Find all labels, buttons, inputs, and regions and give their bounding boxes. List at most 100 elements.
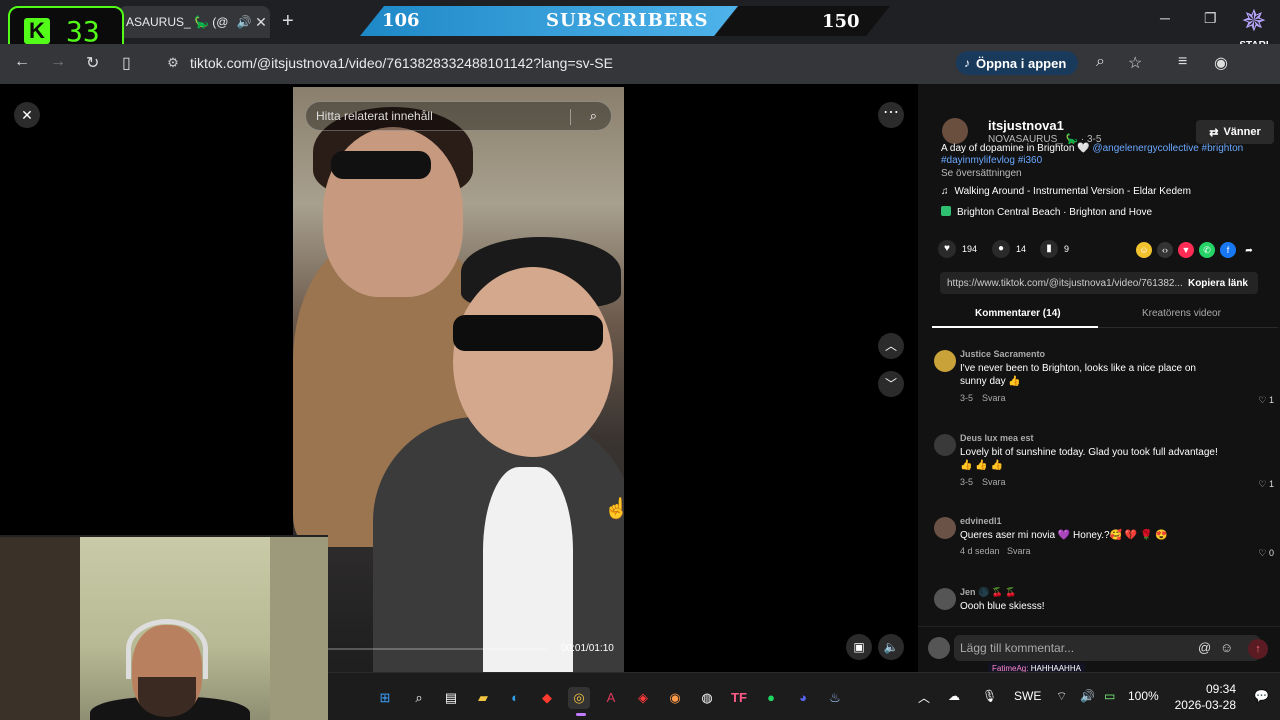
close-icon[interactable]: ✕ bbox=[14, 102, 40, 128]
reply-button[interactable]: Svara bbox=[1007, 546, 1031, 556]
site-info-icon[interactable]: ⚙ bbox=[156, 55, 190, 71]
input-language[interactable]: SWE bbox=[1014, 689, 1041, 703]
webcam-background-shape bbox=[0, 537, 80, 720]
obs-icon[interactable]: ◍ bbox=[696, 687, 718, 709]
list-item: Justice Sacramento I've never been to Br… bbox=[932, 346, 1278, 424]
media-controls-icon[interactable]: ≡ bbox=[1178, 53, 1187, 71]
volume-icon[interactable]: 🔈 bbox=[878, 634, 904, 660]
comment-input[interactable] bbox=[954, 635, 1260, 661]
list-item: Jen 🌑 🍒 🍒 Oooh blue skiesss! bbox=[932, 584, 1278, 624]
panel-tabs: Kommentarer (14) Kreatörens videor bbox=[932, 306, 1278, 328]
friends-share-icon[interactable]: ☺ bbox=[1136, 242, 1152, 258]
restore-icon[interactable]: ❐ bbox=[1204, 10, 1217, 27]
windows-start-icon[interactable]: ⊞ bbox=[374, 687, 396, 709]
chevron-up-icon[interactable]: ︿ bbox=[918, 689, 930, 706]
location-row[interactable]: Brighton Central Beach · Brighton and Ho… bbox=[941, 206, 1152, 218]
spotify-icon[interactable]: ● bbox=[760, 687, 782, 709]
save-button[interactable]: ▮ 9 bbox=[1040, 240, 1069, 258]
system-clock[interactable]: 09:34 2026-03-28 bbox=[1168, 681, 1236, 713]
app-circle-icon[interactable]: ◉ bbox=[664, 687, 686, 709]
browser-tab[interactable]: ASAURUS_ 🦕 (@ 🔊 ✕ bbox=[118, 6, 270, 38]
video-player[interactable]: Hitta relaterat innehåll ⌕ 00:01/01:10 bbox=[293, 87, 624, 672]
battery-percent: 100% bbox=[1128, 689, 1159, 703]
edge-icon[interactable]: ◐ bbox=[504, 687, 526, 709]
bookmark-star-icon[interactable]: ☆ bbox=[1128, 53, 1142, 73]
previous-video-icon[interactable]: ︿ bbox=[878, 333, 904, 359]
tab-title: ASAURUS_ 🦕 (@ bbox=[126, 15, 229, 29]
task-view-icon[interactable]: ▤ bbox=[440, 687, 462, 709]
profile-icon[interactable]: ◉ bbox=[1214, 53, 1228, 73]
shield-icon[interactable]: ◈ bbox=[632, 687, 654, 709]
comment-date: 3-5 bbox=[960, 477, 974, 487]
embed-icon[interactable]: ‹› bbox=[1157, 242, 1173, 258]
address-bar[interactable]: ⚙ tiktok.com/@itsjustnova1/video/7613828… bbox=[156, 48, 946, 78]
related-search-bar[interactable]: Hitta relaterat innehåll ⌕ bbox=[305, 101, 612, 131]
friends-label: Vänner bbox=[1223, 126, 1261, 138]
avatar[interactable] bbox=[934, 517, 956, 539]
search-icon[interactable]: ⌕ bbox=[1096, 53, 1105, 71]
file-explorer-icon[interactable]: ▰ bbox=[472, 687, 494, 709]
open-in-app-button[interactable]: ♪ Öppna i appen bbox=[956, 51, 1079, 75]
new-tab-button[interactable]: + bbox=[282, 10, 294, 33]
friends-button[interactable]: ⇄ Vänner bbox=[1196, 120, 1274, 144]
comment-button[interactable]: ● 14 bbox=[992, 240, 1026, 258]
search-icon[interactable]: ⌕ bbox=[408, 687, 430, 709]
comment-like-button[interactable]: ♡ 1 bbox=[1258, 395, 1274, 406]
minimize-icon[interactable]: ─ bbox=[1160, 10, 1170, 26]
avatar[interactable] bbox=[934, 588, 956, 610]
comment-like-button[interactable]: ♡ 0 bbox=[1258, 548, 1274, 559]
comment-like-button[interactable]: ♡ 1 bbox=[1258, 479, 1274, 490]
url-text[interactable]: tiktok.com/@itsjustnova1/video/761382833… bbox=[190, 55, 613, 71]
video-progress-bar[interactable] bbox=[323, 648, 547, 650]
facebook-icon[interactable]: f bbox=[1220, 242, 1236, 258]
miniplayer-icon[interactable]: ▣ bbox=[846, 634, 872, 660]
mention-icon[interactable]: @ bbox=[1198, 640, 1211, 655]
creator-username[interactable]: itsjustnova1 bbox=[988, 118, 1064, 133]
avatar[interactable] bbox=[934, 434, 956, 456]
wifi-icon[interactable]: ⌔ bbox=[1056, 689, 1067, 704]
comment-user[interactable]: edvinedl1 bbox=[960, 516, 1002, 526]
reply-button[interactable]: Svara bbox=[982, 477, 1006, 487]
copy-link-button[interactable]: Kopiera länk bbox=[1188, 278, 1248, 289]
comment-user[interactable]: Deus lux mea est bbox=[960, 433, 1034, 443]
tab-audio-icon[interactable]: 🔊 bbox=[236, 15, 252, 29]
video-description: A day of dopamine in Brighton 🤍 @angelen… bbox=[941, 143, 1261, 167]
whatsapp-icon[interactable]: ✆ bbox=[1199, 242, 1215, 258]
chrome-icon[interactable]: ◎ bbox=[568, 687, 590, 709]
next-video-icon[interactable]: ﹀ bbox=[878, 371, 904, 397]
see-translation-link[interactable]: Se översättningen bbox=[941, 168, 1022, 179]
share-link-url[interactable]: https://www.tiktok.com/@itsjustnova1/vid… bbox=[947, 278, 1183, 289]
music-row[interactable]: ♫ Walking Around - Instrumental Version -… bbox=[941, 186, 1191, 197]
adobe-icon[interactable]: A bbox=[600, 687, 622, 709]
back-icon[interactable]: ← bbox=[14, 53, 30, 71]
share-arrow-icon[interactable]: ➦ bbox=[1241, 242, 1257, 258]
tab-close-icon[interactable]: ✕ bbox=[252, 14, 270, 31]
speaker-icon[interactable]: 🔊 bbox=[1080, 689, 1095, 703]
reply-button[interactable]: Svara bbox=[982, 393, 1006, 403]
comment-user[interactable]: Jen 🌑 🍒 🍒 bbox=[960, 587, 1017, 598]
emoji-icon[interactable]: ☺ bbox=[1220, 640, 1233, 655]
more-options-icon[interactable]: ⋯ bbox=[878, 102, 904, 128]
tf-icon[interactable]: TF bbox=[728, 687, 750, 709]
send-icon[interactable]: ▼ bbox=[1178, 242, 1194, 258]
split-view-icon[interactable]: ▯ bbox=[122, 53, 131, 73]
reload-icon[interactable]: ↻ bbox=[86, 53, 99, 73]
webcam-overlay bbox=[0, 535, 328, 720]
search-icon[interactable]: ⌕ bbox=[590, 108, 597, 124]
battery-icon[interactable]: ▭ bbox=[1104, 689, 1115, 703]
tab-creator-videos[interactable]: Kreatörens videor bbox=[1142, 308, 1221, 319]
network-status-icon[interactable]: ☁ bbox=[948, 689, 960, 703]
avatar[interactable] bbox=[934, 350, 956, 372]
like-button[interactable]: ♥ 194 bbox=[938, 240, 977, 258]
tab-comments[interactable]: Kommentarer (14) bbox=[975, 308, 1061, 319]
app-diamond-icon[interactable]: ◆ bbox=[536, 687, 558, 709]
avatar[interactable] bbox=[942, 118, 968, 144]
steam-icon[interactable]: ♨ bbox=[824, 687, 846, 709]
comment-user[interactable]: Justice Sacramento bbox=[960, 349, 1045, 359]
microphone-icon[interactable]: 🎙 bbox=[982, 689, 997, 703]
forward-icon[interactable]: → bbox=[50, 53, 66, 71]
open-in-app-label: Öppna i appen bbox=[976, 55, 1067, 71]
notification-icon[interactable]: 💬 bbox=[1254, 689, 1269, 703]
send-comment-button[interactable]: ↑ bbox=[1248, 639, 1268, 659]
discord-icon[interactable]: ◕ bbox=[792, 687, 814, 709]
